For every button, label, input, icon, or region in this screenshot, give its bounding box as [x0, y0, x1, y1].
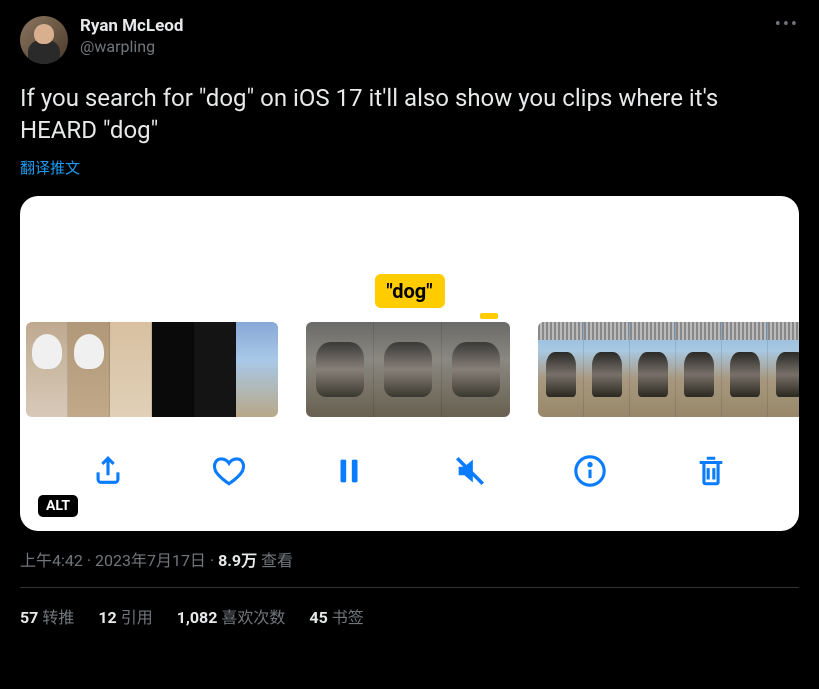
clip-thumbnail: [306, 322, 374, 417]
clip-thumbnail: [374, 322, 442, 417]
clip-thumbnail: [768, 322, 799, 417]
stat-retweets[interactable]: 57转推: [20, 604, 74, 628]
tweet-header: Ryan McLeod @warpling: [20, 16, 799, 64]
media-attachment[interactable]: "dog": [20, 196, 799, 531]
display-name: Ryan McLeod: [80, 16, 183, 37]
clip-thumbnail: [676, 322, 722, 417]
clip-thumbnail: [722, 322, 768, 417]
share-icon[interactable]: [91, 454, 125, 488]
clip-thumbnail: [236, 322, 278, 417]
info-icon[interactable]: [573, 454, 607, 488]
clip-group-2[interactable]: [306, 322, 510, 417]
tweet-meta: 上午4:42 · 2023年7月17日 · 8.9万 查看: [20, 547, 799, 571]
alt-badge[interactable]: ALT: [38, 495, 78, 517]
views-label: 查看: [261, 551, 293, 570]
clip-thumbnail: [152, 322, 194, 417]
heart-icon[interactable]: [212, 454, 246, 488]
stat-quotes[interactable]: 12引用: [98, 604, 152, 628]
mute-icon[interactable]: [453, 454, 487, 488]
avatar[interactable]: [20, 16, 68, 64]
pause-icon[interactable]: [332, 454, 366, 488]
author-names[interactable]: Ryan McLeod @warpling: [80, 16, 183, 57]
clip-thumbnail: [630, 322, 676, 417]
translate-link[interactable]: 翻译推文: [20, 157, 80, 178]
search-term-highlight: "dog": [374, 274, 444, 308]
clip-thumbnail: [584, 322, 630, 417]
clip-group-1[interactable]: [26, 322, 278, 417]
stat-likes[interactable]: 1,082喜欢次数: [177, 604, 286, 628]
more-options-icon[interactable]: •••: [775, 14, 799, 35]
views-count: 8.9万: [218, 551, 257, 570]
clip-thumbnail: [538, 322, 584, 417]
tweet-stats: 57转推 12引用 1,082喜欢次数 45书签: [20, 588, 799, 628]
timeline-marker: [480, 313, 498, 319]
video-timeline[interactable]: [20, 322, 799, 417]
tweet-time[interactable]: 上午4:42: [20, 551, 83, 570]
handle: @warpling: [80, 37, 183, 57]
clip-thumbnail: [442, 322, 510, 417]
clip-thumbnail: [110, 322, 152, 417]
tweet-container: ••• Ryan McLeod @warpling If you search …: [0, 0, 819, 644]
clip-group-3[interactable]: [538, 322, 799, 417]
tweet-date[interactable]: 2023年7月17日: [95, 551, 206, 570]
media-controls: [20, 447, 799, 495]
clip-thumbnail: [194, 322, 236, 417]
stat-bookmarks[interactable]: 45书签: [309, 604, 363, 628]
clip-thumbnail: [26, 322, 68, 417]
trash-icon[interactable]: [694, 454, 728, 488]
tweet-text: If you search for "dog" on iOS 17 it'll …: [20, 82, 799, 147]
clip-thumbnail: [68, 322, 110, 417]
